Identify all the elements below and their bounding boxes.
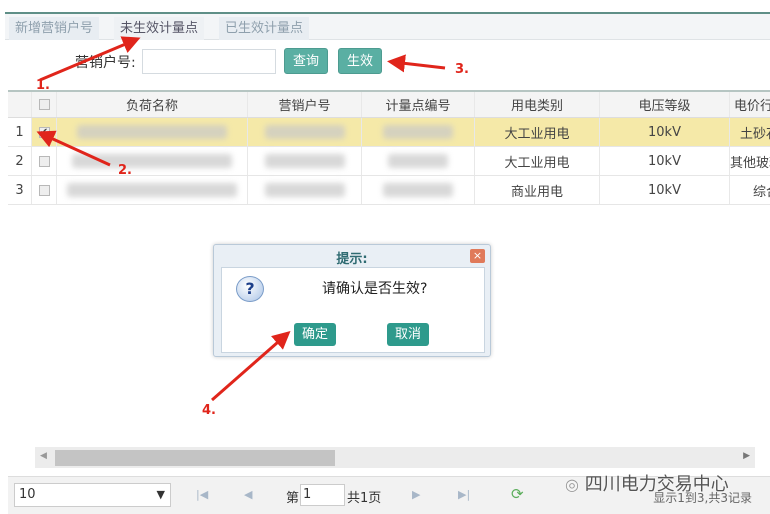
annotation-2: 2. [118, 163, 132, 178]
annotation-4: 4. [202, 403, 216, 418]
arrow-1 [39, 36, 141, 82]
annotation-3: 3. [455, 62, 469, 77]
arrow-4 [211, 331, 291, 402]
annotation-1: 1. [36, 78, 50, 93]
arrow-3 [387, 54, 446, 73]
arrow-2 [36, 130, 111, 167]
annotation-arrows [36, 36, 446, 402]
